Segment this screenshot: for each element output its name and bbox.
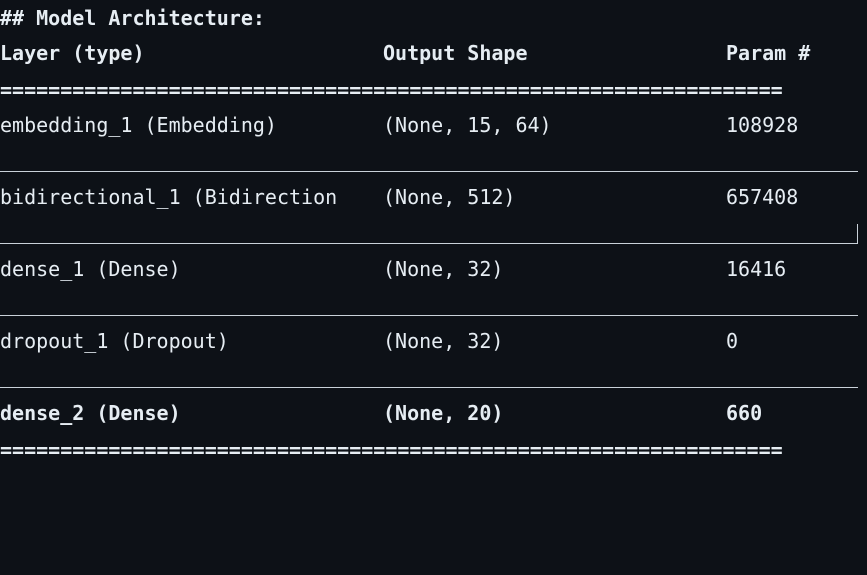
- row-layer: embedding_1 (Embedding): [0, 113, 277, 137]
- table-row: dropout_1 (Dropout) (None, 32) 0: [0, 323, 738, 359]
- row-layer: dense_2 (Dense): [0, 401, 181, 425]
- header-layer: Layer (type): [0, 41, 145, 65]
- row-layer: dense_1 (Dense): [0, 257, 181, 281]
- row-params: 108928: [726, 113, 799, 137]
- page-title: ## Model Architecture:: [0, 0, 265, 36]
- top-double-rule: ========================================…: [0, 80, 783, 100]
- row-layer: bidirectional_1 (Bidirection: [0, 185, 338, 209]
- row-output: (None, 15, 64): [383, 113, 552, 137]
- table-row: embedding_1 (Embedding) (None, 15, 64) 1…: [0, 107, 798, 143]
- bottom-double-rule: ========================================…: [0, 440, 783, 460]
- row-output: (None, 32): [383, 329, 504, 353]
- row-output: (None, 32): [383, 257, 504, 281]
- row-params: 657408: [726, 185, 799, 209]
- row-params: 0: [726, 329, 739, 353]
- header-output: Output Shape: [383, 41, 528, 65]
- heading-text: ## Model Architecture:: [0, 6, 265, 30]
- row-output: (None, 512): [383, 185, 516, 209]
- header-params: Param #: [726, 41, 811, 65]
- row-layer: dropout_1 (Dropout): [0, 329, 229, 353]
- row-divider: [0, 243, 858, 244]
- row-divider: [0, 171, 858, 172]
- table-row: bidirectional_1 (Bidirection (None, 512)…: [0, 179, 798, 215]
- row-output: (None, 20): [383, 401, 504, 425]
- row-params: 16416: [726, 257, 787, 281]
- table-header: Layer (type) Output Shape Param #: [0, 35, 810, 71]
- row-divider-tick: [857, 224, 858, 244]
- row-divider: [0, 387, 858, 388]
- table-row: dense_1 (Dense) (None, 32) 16416: [0, 251, 786, 287]
- row-params: 660: [726, 401, 763, 425]
- table-row: dense_2 (Dense) (None, 20) 660: [0, 395, 762, 431]
- row-divider: [0, 315, 858, 316]
